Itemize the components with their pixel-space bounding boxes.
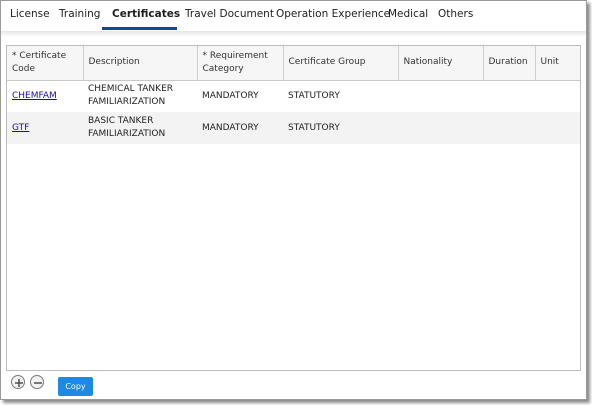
- cell-requirement-category: MANDATORY: [197, 112, 283, 144]
- column-header-requirement-category[interactable]: * Requirement Category: [197, 46, 284, 81]
- cell-certificate-code: GTF: [7, 112, 83, 144]
- plus-circle-icon: [15, 379, 23, 387]
- tab-travel-document[interactable]: Travel Document: [185, 1, 274, 29]
- column-header-nationality[interactable]: Nationality: [398, 46, 484, 81]
- cell-requirement-category: MANDATORY: [202, 90, 259, 101]
- certificate-code-link[interactable]: GTF: [12, 123, 29, 133]
- table-row[interactable]: CHEMFAM CHEMICAL TANKER FAMILIARIZATION …: [7, 80, 580, 112]
- column-header-certificate-group[interactable]: Certificate Group: [283, 46, 399, 81]
- tab-bar: License Training Certificates Travel Doc…: [1, 1, 586, 33]
- tab-certificates[interactable]: Certificates: [112, 1, 180, 29]
- column-header-duration[interactable]: Duration: [483, 46, 536, 81]
- column-header-unit[interactable]: Unit: [535, 46, 580, 81]
- cell-duration: [483, 80, 535, 112]
- tab-license[interactable]: License: [10, 1, 50, 29]
- column-header-certificate-code[interactable]: * Certificate Code: [7, 46, 84, 81]
- certificates-panel: License Training Certificates Travel Doc…: [0, 0, 587, 400]
- certificates-grid: * Certificate Code Description * Require…: [6, 45, 581, 371]
- add-row-button[interactable]: [11, 375, 25, 389]
- cell-unit: [535, 112, 580, 144]
- minus-circle-icon: [34, 382, 42, 384]
- cell-description: BASIC TANKER FAMILIARIZATION: [83, 112, 197, 144]
- certificates-table: * Certificate Code Description * Require…: [7, 46, 580, 144]
- tab-medical[interactable]: Medical: [388, 1, 428, 29]
- cell-duration: [483, 112, 535, 144]
- cell-certificate-group: STATUTORY: [283, 112, 398, 144]
- cell-nationality: [398, 80, 483, 112]
- tab-training[interactable]: Training: [59, 1, 100, 29]
- cell-unit: [535, 80, 580, 112]
- column-header-description[interactable]: Description: [83, 46, 198, 81]
- tab-others[interactable]: Others: [438, 1, 473, 29]
- copy-button[interactable]: Copy: [58, 377, 93, 396]
- tab-operation-experience[interactable]: Operation Experience: [276, 1, 390, 29]
- table-header-row: * Certificate Code Description * Require…: [7, 46, 580, 81]
- remove-row-button[interactable]: [30, 375, 44, 389]
- table-row[interactable]: GTF BASIC TANKER FAMILIARIZATION MANDATO…: [7, 112, 580, 144]
- cell-description: CHEMICAL TANKER FAMILIARIZATION: [88, 84, 174, 108]
- cell-certificate-group: STATUTORY: [288, 90, 340, 101]
- certificate-code-link[interactable]: CHEMFAM: [12, 91, 57, 101]
- cell-certificate-code: CHEMFAM: [7, 80, 83, 112]
- cell-nationality: [398, 112, 483, 144]
- tab-bar-shadow: [1, 31, 586, 37]
- active-tab-indicator: [102, 27, 177, 30]
